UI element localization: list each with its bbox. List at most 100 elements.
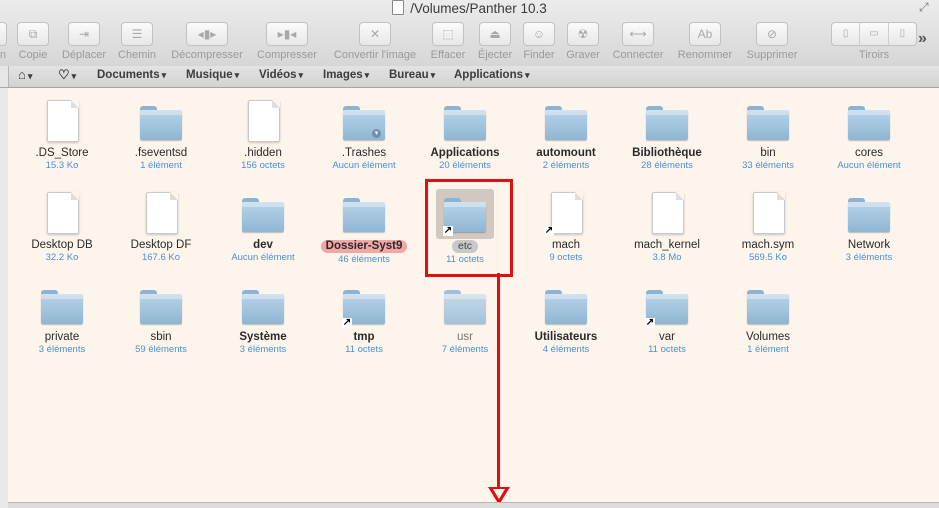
file-info: 32.2 Ko xyxy=(45,252,79,263)
path-button[interactable]: ☰ Chemin xyxy=(116,22,158,61)
copy-button[interactable]: ⧉ Copie xyxy=(14,22,52,61)
move-button[interactable]: ⇥ Déplacer xyxy=(59,22,109,61)
file-info: 11 octets xyxy=(345,344,383,355)
bookmarks-left-edge xyxy=(0,66,9,87)
file-info: 156 octets xyxy=(241,160,285,171)
erase-button[interactable]: ⬚ Effacer xyxy=(429,22,467,61)
delete-button[interactable]: ⊘ Supprimer xyxy=(742,22,802,61)
folder-item[interactable]: automount 2 éléments xyxy=(516,100,616,172)
annotation-arrow-head-inner xyxy=(493,489,505,499)
folder-item[interactable]: ↗ tmp 11 octets xyxy=(314,284,414,356)
folder-item[interactable]: ▾ .Trashes Aucun élément xyxy=(314,100,414,172)
folder-item[interactable]: .fseventsd 1 élément xyxy=(111,100,211,172)
rename-button[interactable]: Ab Renommer xyxy=(674,22,736,61)
folder-icon xyxy=(242,290,284,324)
bookmark-music[interactable]: Musique ▾ xyxy=(186,69,239,81)
file-item[interactable]: Desktop DB 32.2 Ko xyxy=(12,192,112,264)
file-info: Aucun élément xyxy=(332,160,396,171)
annotation-arrow-line xyxy=(497,273,500,488)
toolbar-label: Copie xyxy=(18,49,48,61)
eject-icon: ⏏ xyxy=(479,22,511,46)
file-item[interactable]: Desktop DF 167.6 Ko xyxy=(111,192,211,264)
file-info: Aucun élément xyxy=(837,160,901,171)
toolbar-button-partial[interactable]: n xyxy=(0,22,10,61)
toolbar-label: Éjecter xyxy=(477,49,513,61)
folder-item[interactable]: Utilisateurs 4 éléments xyxy=(516,284,616,356)
document-icon xyxy=(47,192,79,234)
toolbar-label: n xyxy=(0,49,7,61)
folder-item[interactable]: Network 3 éléments xyxy=(819,192,919,264)
file-name: var xyxy=(659,331,675,343)
bookmark-documents[interactable]: Documents ▾ xyxy=(97,69,166,81)
file-name: bin xyxy=(760,147,776,159)
file-name: sbin xyxy=(150,331,172,343)
finder-button[interactable]: ☺ Finder xyxy=(521,22,557,61)
file-item[interactable]: mach_kernel 3.8 Mo xyxy=(617,192,717,264)
document-icon xyxy=(248,100,280,142)
partial-icon xyxy=(0,22,7,46)
folder-icon xyxy=(41,290,83,324)
file-name: .Trashes xyxy=(341,147,387,159)
file-info: 3 éléments xyxy=(38,344,86,355)
file-info: Aucun élément xyxy=(231,252,295,263)
folder-item[interactable]: Bibliothèque 28 éléments xyxy=(617,100,717,172)
folder-item[interactable]: cores Aucun élément xyxy=(819,100,919,172)
file-name: cores xyxy=(854,147,884,159)
file-info: 2 éléments xyxy=(542,160,590,171)
folder-item[interactable]: Volumes 1 élément xyxy=(718,284,818,356)
file-item[interactable]: .hidden 156 octets xyxy=(213,100,313,172)
bottom-scrollbar[interactable] xyxy=(8,502,939,508)
toolbar-label: Convertir l'image xyxy=(333,49,417,61)
erase-icon: ⬚ xyxy=(432,22,464,46)
file-info: 59 éléments xyxy=(135,344,187,355)
favorites-heart-icon[interactable]: ♡ ▾ xyxy=(58,67,76,83)
drawers-button[interactable]: ▯ ▭ ▯ Tiroirs xyxy=(830,22,918,61)
home-icon[interactable]: ⌂ ▾ xyxy=(18,67,32,82)
file-name: Network xyxy=(847,239,891,251)
path-icon: ☰ xyxy=(121,22,153,46)
folder-item[interactable]: usr 7 éléments xyxy=(415,284,515,356)
decompress-button[interactable]: ◂▮▸ Décompresser xyxy=(167,22,247,61)
folder-item[interactable]: Dossier-Syst9 46 éléments xyxy=(314,192,414,266)
convert-image-button[interactable]: ✕ Convertir l'image xyxy=(328,22,422,61)
folder-item[interactable]: Applications 20 éléments xyxy=(415,100,515,172)
rename-icon: Ab xyxy=(689,22,721,46)
file-name: Applications xyxy=(430,147,500,159)
file-name: mach.sym xyxy=(741,239,795,251)
file-item[interactable]: mach.sym 569.5 Ko xyxy=(718,192,818,264)
file-info: 20 éléments xyxy=(439,160,491,171)
overflow-chevron-icon[interactable]: » xyxy=(918,30,927,48)
folder-icon xyxy=(242,198,284,232)
drawers-segmented-icon: ▯ ▭ ▯ xyxy=(831,22,917,46)
bookmark-desktop[interactable]: Bureau ▾ xyxy=(389,69,435,81)
copy-icon: ⧉ xyxy=(17,22,49,46)
folder-item[interactable]: ↗ var 11 octets xyxy=(617,284,717,356)
connect-icon: ⟷ xyxy=(622,22,654,46)
folder-item[interactable]: bin 33 éléments xyxy=(718,100,818,172)
decompress-icon: ◂▮▸ xyxy=(186,22,228,46)
eject-button[interactable]: ⏏ Éjecter xyxy=(476,22,514,61)
file-name: Utilisateurs xyxy=(534,331,598,343)
folder-item[interactable]: sbin 59 éléments xyxy=(111,284,211,356)
fullscreen-icon[interactable]: ⤢ xyxy=(919,0,929,15)
convert-icon: ✕ xyxy=(359,22,391,46)
bookmark-videos[interactable]: Vidéos ▾ xyxy=(259,69,303,81)
folder-item[interactable]: dev Aucun élément xyxy=(213,192,313,264)
bookmark-applications[interactable]: Applications ▾ xyxy=(454,69,530,81)
file-info: 9 octets xyxy=(549,252,583,263)
folder-item[interactable]: private 3 éléments xyxy=(12,284,112,356)
folder-icon xyxy=(343,198,385,232)
file-item[interactable]: .DS_Store 15.3 Ko xyxy=(12,100,112,172)
file-item[interactable]: ↗ mach 9 octets xyxy=(516,192,616,264)
file-name: Bibliothèque xyxy=(632,147,702,159)
file-name: .fseventsd xyxy=(134,147,188,159)
folder-item[interactable]: Système 3 éléments xyxy=(213,284,313,356)
file-name: Volumes xyxy=(745,331,791,343)
folder-icon xyxy=(747,290,789,324)
compress-button[interactable]: ▸▮◂ Compresser xyxy=(254,22,320,61)
connect-button[interactable]: ⟷ Connecter xyxy=(609,22,667,61)
burn-button[interactable]: ☢ Graver xyxy=(564,22,602,61)
window-title-text: /Volumes/Panther 10.3 xyxy=(410,1,547,16)
toolbar-label: Finder xyxy=(523,49,555,61)
bookmark-images[interactable]: Images ▾ xyxy=(323,69,369,81)
